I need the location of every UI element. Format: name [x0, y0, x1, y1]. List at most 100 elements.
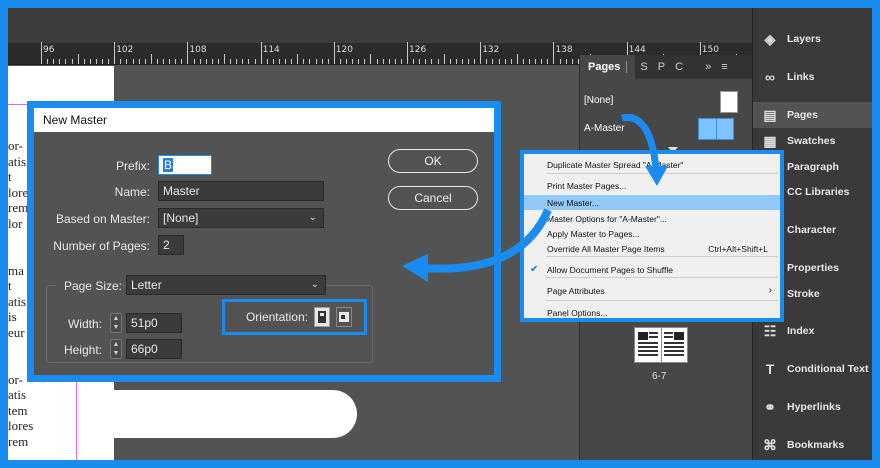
menu-item[interactable]: Duplicate Master Spread "A-Master" — [524, 157, 780, 172]
menu-item[interactable]: Page Attributes › — [524, 283, 780, 298]
dock-item-label: Character — [787, 224, 837, 236]
ruler-minor-tick — [217, 59, 219, 64]
tab-pages[interactable]: Pages — [580, 55, 636, 79]
ruler-minor-tick — [461, 59, 463, 64]
ruler-minor-tick — [266, 59, 268, 64]
menu-item[interactable]: Allow Document Pages to Shuffle ✔ — [524, 262, 780, 277]
ruler-minor-tick — [211, 59, 213, 64]
ruler-minor-tick — [83, 59, 85, 64]
master-none-thumbnail[interactable] — [720, 91, 738, 113]
height-stepper-icon[interactable]: ▲ ▼ — [110, 339, 122, 359]
ruler-minor-tick — [108, 59, 110, 64]
prefix-field[interactable]: B — [158, 155, 212, 175]
dock-item-label: Index — [787, 325, 815, 337]
ruler-label: 150 — [701, 45, 719, 55]
ruler-major-tick — [407, 42, 408, 64]
ruler-major-tick — [480, 42, 482, 64]
master-a-thumbnail[interactable] — [698, 118, 734, 140]
submenu-arrow-icon: › — [768, 285, 772, 296]
page-size-select[interactable]: Letter ⌄ — [126, 275, 326, 295]
ruler-label: 144 — [628, 45, 646, 55]
dock-item-links[interactable]: ∞ Links — [753, 64, 872, 90]
ruler-minor-tick — [95, 59, 97, 64]
menu-separator — [546, 256, 778, 257]
name-value: Master — [163, 184, 200, 198]
white-pill-shape — [83, 390, 357, 438]
menu-separator — [546, 277, 778, 278]
dock-item-hyperlinks[interactable]: ⚭ Hyperlinks — [753, 394, 872, 420]
ruler-minor-tick — [339, 59, 341, 64]
dock-item-label: Stroke — [787, 288, 820, 300]
ruler-minor-tick — [169, 59, 171, 64]
ruler-minor-tick — [382, 59, 384, 64]
chevron-down-icon: ⌄ — [308, 212, 317, 223]
tab-p[interactable]: P — [653, 61, 670, 73]
ok-button[interactable]: OK — [388, 149, 478, 173]
ruler-major-tick — [553, 42, 555, 64]
menu-item-label: Apply Master to Pages... — [547, 228, 640, 239]
ruler-minor-tick — [529, 59, 530, 64]
panel-menu-icon[interactable]: ≡ — [716, 61, 732, 73]
ruler-label: 126 — [409, 45, 427, 55]
name-field[interactable]: Master — [158, 181, 324, 201]
dock-item-bookmarks[interactable]: ⌘ Bookmarks — [753, 432, 872, 458]
tab-c[interactable]: C — [670, 61, 688, 73]
menu-item[interactable]: Panel Options... — [524, 305, 780, 320]
landscape-icon — [339, 312, 349, 322]
ruler-minor-tick — [510, 59, 512, 64]
menu-item[interactable]: Override All Master Page Items Ctrl+Alt+S… — [524, 241, 780, 256]
ruler-minor-tick — [272, 59, 274, 64]
pages-panel-tabs: Pages S P C » ≡ — [580, 55, 752, 79]
ruler-minor-tick — [254, 59, 256, 64]
width-field[interactable]: 51p0 — [126, 313, 182, 333]
dock-item-layers[interactable]: ◈ Layers — [753, 26, 872, 52]
menu-separator — [546, 300, 778, 301]
spread-label: 6-7 — [652, 371, 667, 382]
menu-separator — [546, 173, 778, 174]
name-label: Name: — [114, 185, 150, 199]
ruler-minor-tick — [126, 59, 128, 64]
ruler-minor-tick — [156, 59, 158, 64]
menu-item-label: Panel Options... — [547, 307, 608, 318]
ruler-minor-tick — [413, 59, 415, 64]
menu-item[interactable]: Apply Master to Pages... — [524, 226, 780, 241]
ruler-minor-tick — [535, 59, 537, 64]
ruler-minor-tick — [120, 59, 122, 64]
cancel-button[interactable]: Cancel — [388, 186, 478, 210]
ruler-major-tick — [114, 42, 116, 64]
chevron-down-icon: ⌄ — [310, 279, 319, 290]
dock-item-conditional-text[interactable]: T Conditional Text — [753, 356, 872, 382]
page-text-line: atis — [8, 387, 27, 403]
orientation-label: Orientation: — [245, 310, 308, 324]
spread-thumbnail[interactable] — [634, 327, 688, 363]
landscape-orientation-button[interactable] — [336, 307, 352, 327]
portrait-orientation-button[interactable] — [314, 307, 330, 327]
based-on-label: Based on Master: — [55, 212, 150, 226]
ruler-minor-tick — [59, 59, 61, 64]
width-stepper-icon[interactable]: ▲ ▼ — [110, 313, 122, 333]
panel-overflow-icon[interactable]: » — [700, 61, 716, 73]
height-field[interactable]: 66p0 — [126, 339, 182, 359]
master-a-label[interactable]: A-Master — [584, 123, 625, 134]
menu-item[interactable]: New Master... — [524, 195, 780, 210]
ruler-minor-tick — [138, 59, 140, 64]
ruler-minor-tick — [364, 59, 366, 64]
ruler-minor-tick — [102, 59, 103, 64]
based-on-select[interactable]: [None] ⌄ — [158, 208, 324, 228]
dock-item-label: Bookmarks — [787, 439, 845, 451]
ruler-minor-tick — [571, 59, 573, 64]
menu-item[interactable]: Master Options for "A-Master"... — [524, 211, 780, 226]
num-pages-field[interactable]: 2 — [158, 235, 184, 255]
ruler-minor-tick — [541, 59, 543, 64]
page-text-line: tem — [8, 402, 28, 418]
ruler-minor-tick — [327, 59, 329, 64]
dock-item-label: Pages — [787, 109, 818, 121]
master-none-label[interactable]: [None] — [584, 95, 613, 106]
height-label: Height: — [63, 343, 102, 357]
dock-item-pages[interactable]: ▤ Pages — [753, 102, 872, 128]
page-text-line: lores — [8, 418, 34, 434]
prefix-value: B — [163, 158, 174, 172]
menu-item[interactable]: Print Master Pages... — [524, 178, 780, 193]
tab-s[interactable]: S — [635, 61, 652, 73]
ruler-minor-tick — [315, 59, 317, 64]
